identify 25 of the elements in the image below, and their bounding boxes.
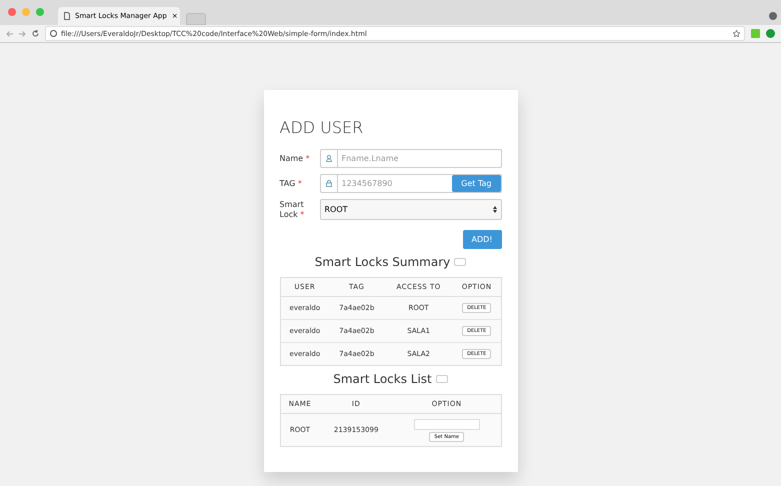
forward-icon xyxy=(19,30,26,36)
updown-icon xyxy=(492,206,496,213)
star-icon xyxy=(733,30,740,37)
lock-icon xyxy=(326,180,332,187)
name-input[interactable] xyxy=(414,418,480,430)
form-title: ADD USER xyxy=(280,118,364,137)
profile-icon xyxy=(769,12,777,20)
reload-icon xyxy=(32,30,39,37)
maximize-button[interactable] xyxy=(36,8,44,16)
toggle-button[interactable] xyxy=(436,375,448,383)
section-title: Smart Locks List xyxy=(333,372,432,386)
info-icon xyxy=(50,30,57,37)
close-button[interactable] xyxy=(8,8,16,16)
user-icon xyxy=(326,155,332,162)
new-tab-button[interactable] xyxy=(186,13,206,25)
toggle-button[interactable] xyxy=(454,258,466,266)
field-label: TAG * xyxy=(280,178,303,188)
minimize-button[interactable] xyxy=(22,8,30,16)
page-icon xyxy=(64,12,70,20)
select-field[interactable]: ROOT xyxy=(320,199,502,220)
field-label: Name * xyxy=(280,154,311,164)
field-label: Smart Lock * xyxy=(280,200,306,220)
section-title: Smart Locks Summary xyxy=(314,255,450,269)
back-icon xyxy=(6,30,13,36)
input-group[interactable]: Fname.Lname xyxy=(320,149,502,168)
